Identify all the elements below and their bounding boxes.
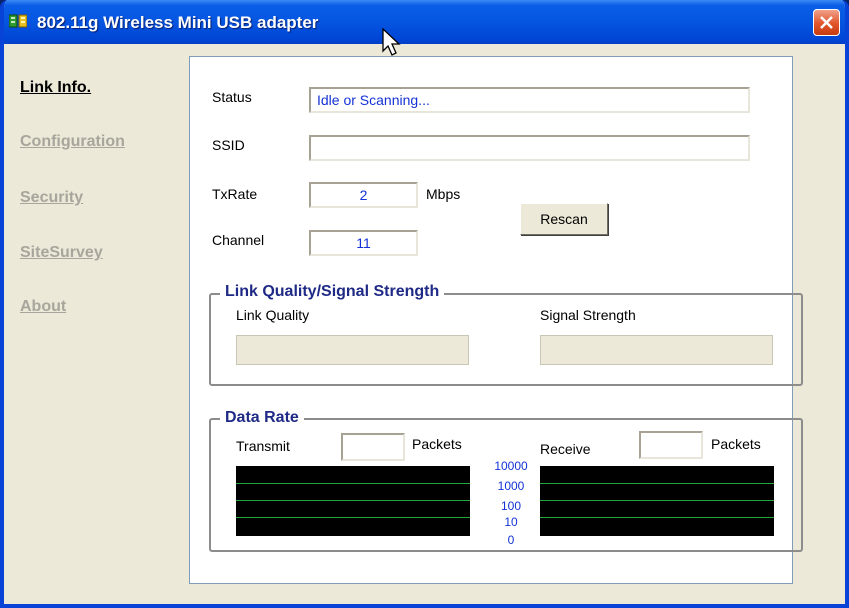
title-bar[interactable]: 802.11g Wireless Mini USB adapter — [4, 0, 845, 44]
txrate-unit: Mbps — [426, 186, 461, 202]
receive-grid-line — [540, 483, 774, 484]
ssid-field — [309, 135, 750, 161]
receive-grid-line — [540, 517, 774, 518]
transmit-graph — [236, 466, 470, 536]
rescan-button[interactable]: Rescan — [520, 203, 608, 235]
scale-label-100: 100 — [500, 499, 522, 513]
link-info-panel: Status Idle or Scanning... SSID TxRate 2… — [189, 56, 803, 584]
signal-strength-label: Signal Strength — [540, 307, 636, 323]
close-icon — [820, 16, 833, 29]
sidebar-item-sitesurvey[interactable]: SiteSurvey — [20, 244, 103, 262]
window-title: 802.11g Wireless Mini USB adapter — [37, 13, 319, 32]
receive-packets-label: Packets — [711, 436, 761, 452]
receive-grid-line — [540, 500, 774, 501]
close-button[interactable] — [813, 9, 840, 36]
scale-label-10000: 10000 — [494, 459, 528, 473]
data-rate-group-title: Data Rate — [220, 409, 304, 427]
channel-field: 11 — [309, 230, 418, 256]
transmit-grid-line — [236, 500, 470, 501]
status-label: Status — [212, 89, 252, 105]
signal-strength-bar — [540, 335, 773, 365]
txrate-field: 2 — [309, 182, 418, 208]
sidebar-nav: Link Info. Configuration Security SiteSu… — [4, 44, 189, 604]
sidebar-item-about[interactable]: About — [20, 298, 66, 316]
transmit-label: Transmit — [236, 438, 290, 454]
transmit-grid-line — [236, 517, 470, 518]
receive-label: Receive — [540, 441, 591, 457]
sidebar-item-configuration[interactable]: Configuration — [20, 133, 125, 151]
transmit-packets-field — [341, 433, 405, 461]
scale-label-10: 10 — [504, 515, 518, 529]
receive-graph — [540, 466, 774, 536]
ssid-label: SSID — [212, 137, 245, 153]
transmit-packets-label: Packets — [412, 436, 462, 452]
adapter-icon — [9, 14, 27, 28]
receive-packets-field — [639, 431, 703, 459]
link-quality-bar — [236, 335, 469, 365]
mouse-pointer-icon — [382, 28, 401, 56]
scale-label-1000: 1000 — [497, 479, 525, 493]
link-quality-label: Link Quality — [236, 307, 310, 323]
channel-label: Channel — [212, 232, 265, 248]
sidebar-item-link-info[interactable]: Link Info. — [20, 79, 91, 97]
link-quality-group-title: Link Quality/Signal Strength — [220, 283, 445, 301]
scale-label-0: 0 — [507, 533, 515, 547]
transmit-grid-line — [236, 483, 470, 484]
app-window: 802.11g Wireless Mini USB adapter Link I… — [0, 0, 849, 608]
sidebar-item-security[interactable]: Security — [20, 189, 83, 207]
status-field: Idle or Scanning... — [309, 87, 750, 113]
txrate-label: TxRate — [212, 186, 258, 202]
